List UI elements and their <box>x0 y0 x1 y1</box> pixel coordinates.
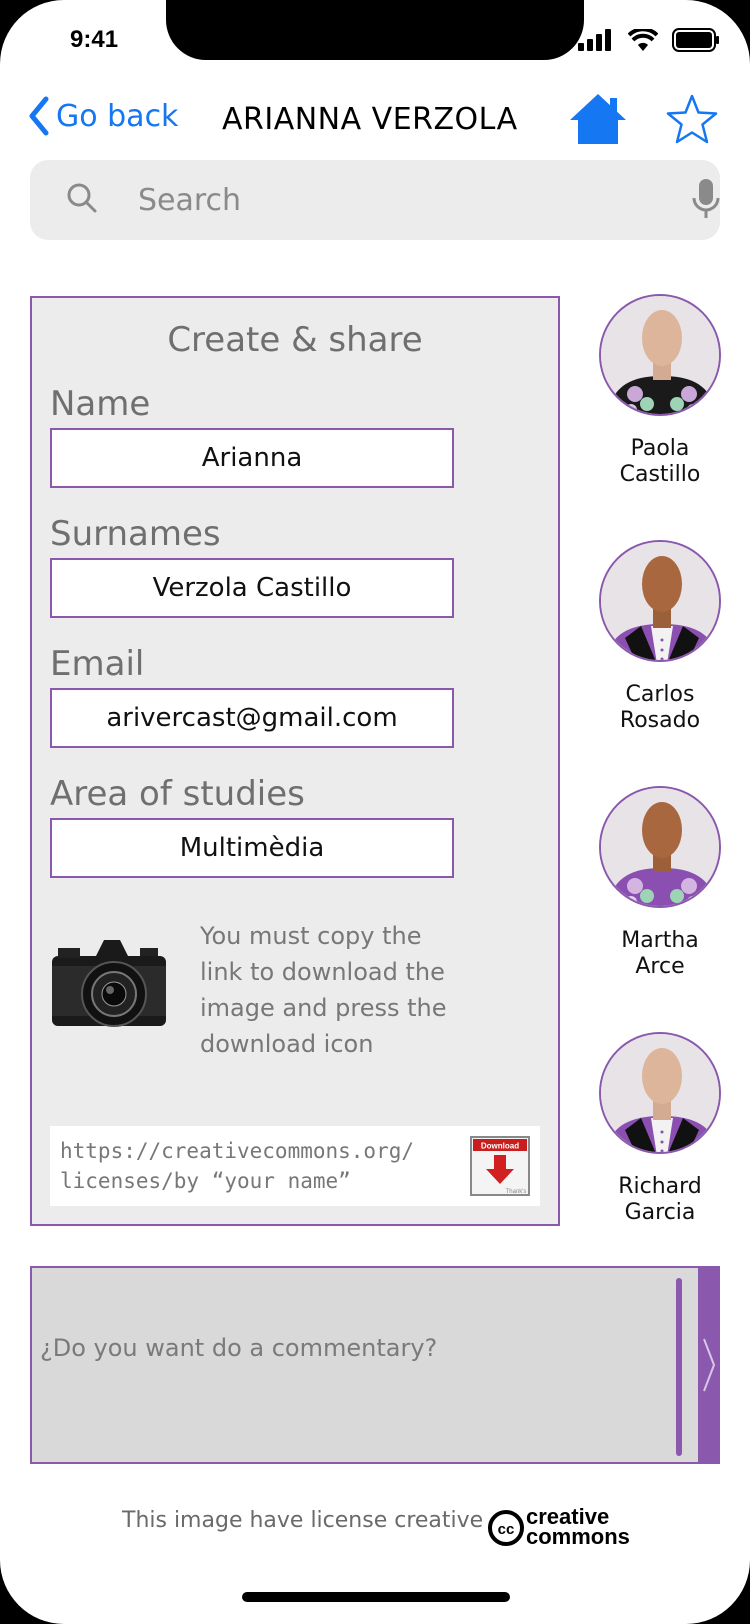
svg-text:cc: cc <box>498 1521 515 1538</box>
microphone-icon[interactable] <box>692 178 720 220</box>
search-icon <box>67 183 97 213</box>
card-title: Create & share <box>167 320 423 360</box>
chevron-right-icon <box>703 1338 716 1392</box>
email-label: Email <box>50 644 145 684</box>
license-text: This image have license creative <box>122 1508 484 1533</box>
back-button[interactable]: Go back <box>28 96 178 136</box>
person-paola[interactable]: Paola Castillo <box>598 294 722 488</box>
download-instructions: You must copy the link to download the i… <box>200 922 447 1058</box>
license-link-box[interactable]: https://creativecommons.org/ licenses/by… <box>50 1126 540 1206</box>
download-icon-label: Download <box>481 1142 519 1151</box>
back-label: Go back <box>56 98 179 134</box>
person-richard[interactable]: Richard Garcia <box>598 1032 722 1226</box>
chevron-left-icon <box>29 96 49 136</box>
area-of-studies-field[interactable]: Multimèdia <box>50 818 454 878</box>
scrollbar[interactable] <box>676 1278 682 1456</box>
creative-commons-logo: cc creative commons <box>488 1504 630 1548</box>
status-time: 9:41 <box>70 26 119 53</box>
comment-box <box>30 1266 720 1464</box>
cc-line2: commons <box>526 1524 630 1548</box>
home-indicator[interactable] <box>242 1592 510 1602</box>
comment-input[interactable] <box>40 1328 640 1408</box>
signal-icon <box>578 29 611 51</box>
email-field[interactable]: arivercast@gmail.com <box>50 688 454 748</box>
status-icons <box>578 28 720 52</box>
wifi-icon <box>628 29 658 51</box>
home-button[interactable] <box>568 92 628 150</box>
license-link[interactable]: https://creativecommons.org/ licenses/by… <box>60 1136 440 1196</box>
name-field[interactable]: Arianna <box>50 428 454 488</box>
person-name: Carlos Rosado <box>619 682 701 733</box>
surnames-field[interactable]: Verzola Castillo <box>50 558 454 618</box>
person-name: Paola Castillo <box>619 436 701 487</box>
person-name: Martha Arce <box>621 928 699 979</box>
favorite-button[interactable] <box>666 94 718 148</box>
download-icon-sub: Thank's <box>506 1189 527 1195</box>
avatar[interactable] <box>599 1032 721 1154</box>
home-icon <box>570 94 626 144</box>
area-of-studies-label: Area of studies <box>50 774 305 814</box>
avatar[interactable] <box>599 786 721 908</box>
page-title: ARIANNA VERZOLA <box>222 102 518 137</box>
avatar[interactable] <box>599 540 721 662</box>
nav-bar: Go back ARIANNA VERZOLA <box>0 90 750 154</box>
search-bar <box>30 160 720 240</box>
notch <box>166 0 584 60</box>
surnames-label: Surnames <box>50 514 221 554</box>
camera-icon <box>52 940 166 1027</box>
search-input[interactable] <box>138 174 658 226</box>
battery-icon <box>672 28 719 52</box>
star-icon <box>666 94 718 144</box>
name-label: Name <box>50 384 151 424</box>
person-carlos[interactable]: Carlos Rosado <box>598 540 722 734</box>
avatar[interactable] <box>599 294 721 416</box>
download-icon[interactable]: Download Thank's <box>470 1136 530 1196</box>
create-share-card: Create & share Name Arianna Surnames Ver… <box>30 296 560 1226</box>
send-comment-button[interactable] <box>698 1268 720 1462</box>
person-name: Richard Garcia <box>618 1174 702 1225</box>
phone-screen: 9:41 Go back ARIANNA VERZOLA Search Crea… <box>0 0 750 1624</box>
person-martha[interactable]: Martha Arce <box>598 786 722 980</box>
